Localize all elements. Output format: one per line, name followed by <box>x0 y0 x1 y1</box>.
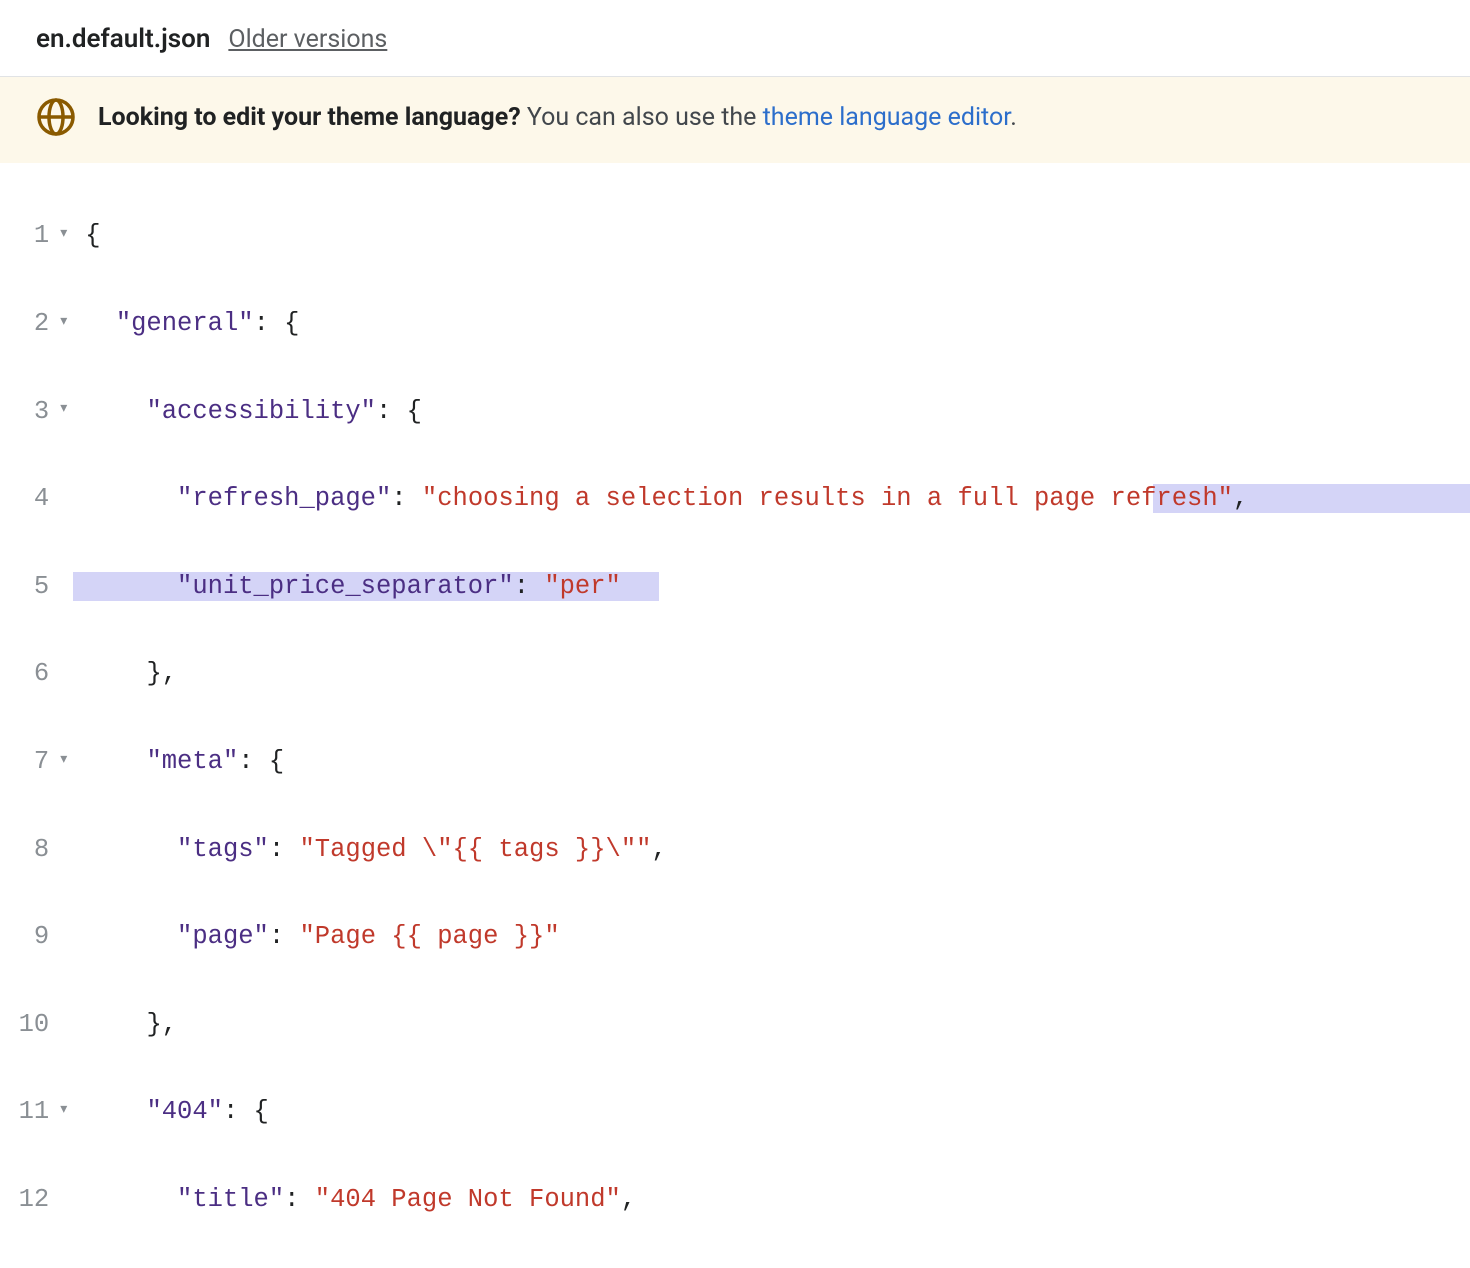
code-line: "title": "404 Page Not Found", <box>85 1185 1470 1214</box>
code-line: "tags": "Tagged \"{{ tags }}\"", <box>85 835 1470 864</box>
code-line: "page": "Page {{ page }}" <box>85 922 1470 951</box>
code-line: { <box>85 221 1470 250</box>
theme-language-editor-link[interactable]: theme language editor <box>763 103 1011 132</box>
older-versions-link[interactable]: Older versions <box>228 25 387 54</box>
line-number: 2 <box>15 309 49 338</box>
line-number: 7 <box>15 747 49 776</box>
code-line: "unit_price_separator": "per" <box>85 572 1470 601</box>
line-number: 12 <box>15 1185 49 1214</box>
fold-icon[interactable]: ▾ <box>53 1104 67 1118</box>
line-number: 8 <box>15 835 49 864</box>
line-number: 3 <box>15 397 49 426</box>
line-number: 1 <box>15 221 49 250</box>
info-banner: Looking to edit your theme language? You… <box>0 77 1470 163</box>
code-line: "accessibility": { <box>85 397 1470 426</box>
code-editor[interactable]: 1▾ 2▾ 3▾ 4 5 6 7▾ 8 9 10 11▾ 12 13 14 15… <box>0 163 1470 1268</box>
code-line: "refresh_page": "choosing a selection re… <box>85 484 1470 513</box>
line-number: 4 <box>15 484 49 513</box>
filename: en.default.json <box>36 24 210 54</box>
line-number: 10 <box>15 1010 49 1039</box>
globe-icon <box>36 97 76 137</box>
banner-period: . <box>1010 103 1017 132</box>
line-number: 5 <box>15 572 49 601</box>
line-number: 6 <box>15 659 49 688</box>
code-line: }, <box>85 659 1470 688</box>
code-line: }, <box>85 1010 1470 1039</box>
banner-text: Looking to edit your theme language? You… <box>98 103 1017 132</box>
line-number: 11 <box>15 1097 49 1126</box>
fold-icon[interactable]: ▾ <box>53 228 67 242</box>
fold-icon[interactable]: ▾ <box>53 754 67 768</box>
code-line: "general": { <box>85 309 1470 338</box>
code-line: "404": { <box>85 1097 1470 1126</box>
line-number: 9 <box>15 922 49 951</box>
code-line: "meta": { <box>85 747 1470 776</box>
fold-icon[interactable]: ▾ <box>53 316 67 330</box>
code-area[interactable]: { "general": { "accessibility": { "refre… <box>73 163 1470 1268</box>
fold-icon[interactable]: ▾ <box>53 403 67 417</box>
file-header: en.default.json Older versions <box>0 0 1470 77</box>
banner-rest: You can also use the <box>521 103 763 132</box>
gutter: 1▾ 2▾ 3▾ 4 5 6 7▾ 8 9 10 11▾ 12 13 14 15… <box>0 163 73 1268</box>
banner-strong: Looking to edit your theme language? <box>98 103 521 132</box>
